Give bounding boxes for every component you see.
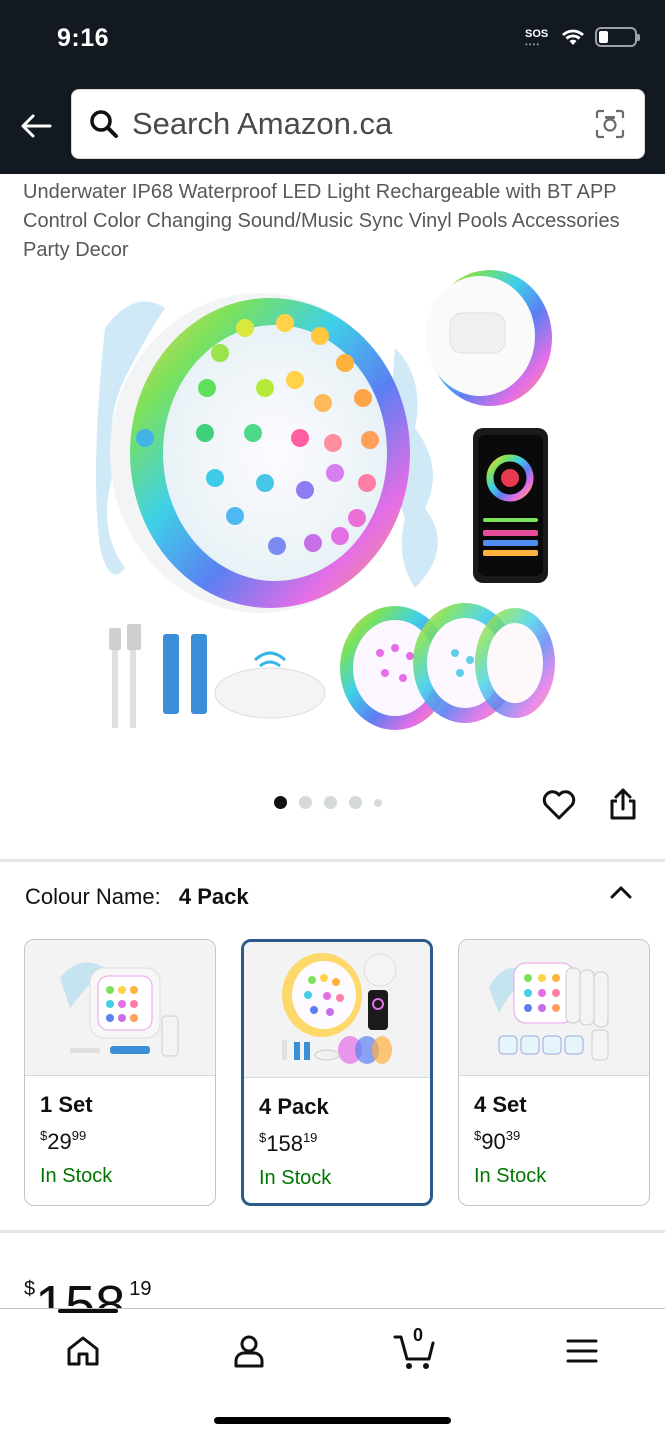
variant-thumbnail [25,940,215,1076]
variant-thumbnail [459,940,649,1076]
colour-label: Colour Name: [25,884,161,909]
product-image[interactable] [95,268,565,738]
variant-price: $9039 [474,1128,521,1154]
variant-name: 4 Set [474,1092,527,1117]
status-time: 9:16 [57,24,110,52]
wifi-icon [562,29,584,45]
share-icon[interactable] [604,784,642,824]
home-gesture-bar[interactable] [214,1417,451,1424]
battery-icon [595,27,640,47]
search-placeholder: Search Amazon.ca [132,106,393,141]
carousel-dot[interactable] [374,798,382,807]
variant-name: 1 Set [40,1092,93,1117]
variant-option-4-pack[interactable]: 4 Pack $15819 In Stock [241,939,433,1206]
carousel-dot[interactable] [274,796,287,809]
active-tab-indicator [58,1309,118,1313]
variant-thumbnail [244,942,430,1078]
price-cents: 19 [129,1278,152,1300]
sos-indicator: SOS •••• [525,27,551,50]
product-title[interactable]: Underwater IP68 Waterproof LED Light Rec… [23,178,623,265]
variant-stock-status: In Stock [40,1165,113,1187]
back-arrow-icon[interactable] [16,106,56,146]
account-icon[interactable] [227,1329,271,1373]
carousel-dot[interactable] [299,796,312,809]
search-icon [88,108,120,140]
variant-option-1-set[interactable]: 1 Set $2999 In Stock [24,939,216,1206]
menu-icon[interactable] [560,1329,604,1373]
variant-name: 4 Pack [259,1094,329,1119]
carousel-dot[interactable] [349,796,362,809]
camera-lens-icon[interactable] [594,108,626,140]
variant-price: $2999 [40,1128,87,1154]
section-divider [0,1230,665,1233]
section-divider [0,859,665,862]
carousel-dot[interactable] [324,796,337,809]
variant-price: $15819 [259,1130,318,1156]
variant-option-4-set[interactable]: 4 Set $9039 In Stock [458,939,650,1206]
sos-label: SOS [525,28,549,40]
home-icon[interactable] [61,1329,105,1373]
top-header: 9:16 SOS •••• Search Amazon.ca [0,0,665,174]
search-input[interactable]: Search Amazon.ca [71,89,645,159]
colour-value: 4 Pack [178,884,249,909]
image-carousel-dots[interactable] [274,796,382,809]
colour-name-row: Colour Name: 4 Pack [25,884,249,910]
chevron-up-icon[interactable] [606,880,636,904]
variant-stock-status: In Stock [259,1167,332,1189]
cart-count-badge: 0 [413,1325,424,1345]
status-icons: SOS •••• [525,27,640,50]
variant-stock-status: In Stock [474,1165,547,1187]
signal-dots-icon: •••• [525,40,541,49]
price-currency: $ [24,1278,36,1300]
wishlist-heart-icon[interactable] [540,786,578,824]
